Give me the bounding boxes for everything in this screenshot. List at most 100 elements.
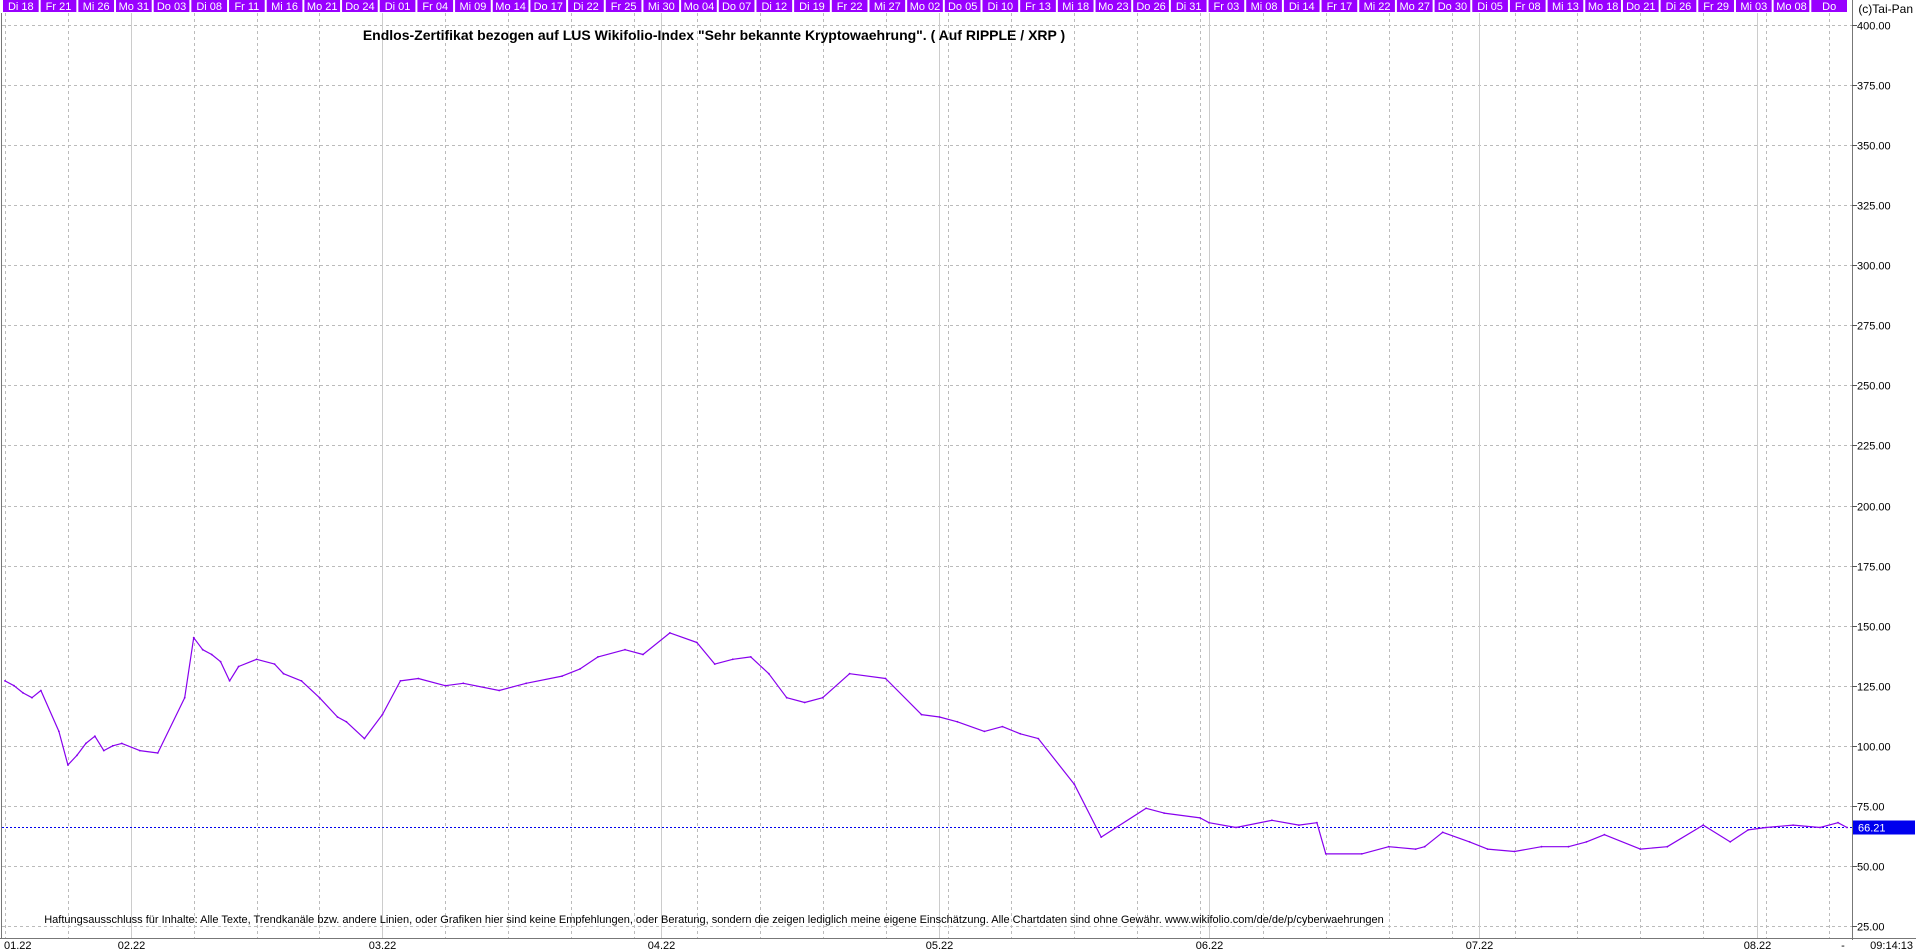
day-tab-label: Mi 22	[1364, 1, 1391, 13]
price-point	[1441, 831, 1444, 834]
day-tab-label: Mi 03	[1740, 1, 1767, 13]
day-tab-label: Di 12	[761, 1, 787, 13]
day-tab-label: Mo 14	[495, 1, 526, 13]
price-point	[1163, 812, 1165, 814]
copyright-label: (c)Tai-Pan	[1858, 2, 1913, 16]
day-tab-label: Do	[1822, 1, 1836, 13]
month-label: 01.22	[4, 940, 32, 952]
day-tab-label: Do 21	[1626, 1, 1655, 13]
chart-background	[0, 0, 1916, 952]
price-point	[803, 701, 806, 704]
day-tab-label: Di 19	[799, 1, 825, 13]
day-tab-label: Fr 29	[1703, 1, 1729, 13]
price-point	[624, 648, 626, 651]
day-tab-label: Di 14	[1289, 1, 1315, 13]
day-tab-label: Mi 08	[1251, 1, 1278, 13]
y-tick-label: 350.00	[1857, 141, 1891, 153]
last-price-tag-text: 66.21	[1858, 823, 1886, 835]
price-point	[956, 720, 959, 723]
price-point	[363, 737, 366, 740]
price-point	[444, 684, 447, 687]
day-tab-label: Mi 13	[1552, 1, 1579, 13]
price-point	[821, 696, 824, 699]
price-point	[22, 692, 24, 694]
month-label: 05.22	[926, 940, 954, 952]
day-tab-label: Mo 08	[1776, 1, 1807, 13]
day-tab-label: Mi 27	[874, 1, 901, 13]
day-tab-label: Fr 08	[1515, 1, 1541, 13]
day-tab-label: Fr 11	[234, 1, 259, 13]
price-point	[76, 754, 78, 757]
day-tab-label: Di 31	[1176, 1, 1202, 13]
price-point	[228, 680, 231, 682]
price-point	[58, 730, 60, 733]
y-tick-label: 150.00	[1857, 622, 1891, 634]
day-tab-label: Di 10	[988, 1, 1014, 13]
price-point	[1316, 821, 1318, 824]
price-point	[1037, 737, 1040, 740]
price-point	[13, 684, 15, 687]
price-point	[1208, 821, 1210, 824]
y-tick-label: 375.00	[1857, 81, 1891, 93]
price-point	[399, 680, 402, 682]
y-tick-label: 100.00	[1857, 742, 1891, 754]
price-point	[192, 636, 195, 639]
day-tab-label: Mi 16	[271, 1, 298, 13]
day-tab-label: Mo 23	[1098, 1, 1129, 13]
price-point	[138, 749, 141, 752]
price-point	[1585, 841, 1588, 843]
price-point	[381, 713, 384, 716]
day-tab-label: Mo 18	[1588, 1, 1619, 13]
price-point	[336, 716, 339, 718]
price-point	[1387, 845, 1390, 848]
day-tab-label: Fr 25	[611, 1, 637, 13]
price-point	[731, 658, 734, 661]
price-point	[1765, 826, 1767, 829]
day-tab-label: Di 08	[196, 1, 222, 13]
day-tab-label: Mo 31	[119, 1, 150, 13]
price-point	[201, 648, 204, 651]
price-point	[31, 696, 33, 699]
y-tick-label: 25.00	[1857, 922, 1885, 934]
price-point	[1819, 826, 1821, 829]
price-point	[1298, 824, 1300, 826]
price-point	[713, 663, 716, 665]
day-tab-label: Mo 04	[684, 1, 715, 13]
day-tab-label: Mo 21	[307, 1, 338, 13]
price-point	[282, 672, 285, 675]
day-tab-label: Do 17	[534, 1, 563, 13]
price-point	[561, 675, 563, 677]
y-tick-label: 175.00	[1857, 562, 1891, 574]
y-tick-label: 250.00	[1857, 381, 1891, 393]
price-point	[462, 682, 465, 685]
price-point	[111, 744, 114, 747]
price-point	[273, 663, 276, 665]
price-point	[1073, 783, 1076, 786]
month-label: 04.22	[648, 940, 676, 952]
price-point	[94, 735, 96, 738]
price-point	[1666, 845, 1669, 848]
y-tick-label: 275.00	[1857, 321, 1891, 333]
day-tab-label: Mi 30	[648, 1, 675, 13]
day-tab-label: Do 07	[722, 1, 751, 13]
price-point	[1100, 836, 1103, 838]
price-point	[40, 689, 42, 692]
y-tick-label: 325.00	[1857, 201, 1891, 213]
price-point	[884, 677, 887, 680]
price-point	[102, 749, 105, 752]
price-point	[642, 653, 644, 656]
month-label: 02.22	[118, 940, 146, 952]
price-point	[300, 680, 303, 682]
price-point	[1324, 853, 1327, 855]
price-point	[417, 677, 420, 680]
price-point	[696, 641, 698, 644]
price-point	[1145, 807, 1147, 810]
price-point	[1486, 848, 1489, 850]
price-point	[749, 656, 752, 658]
day-tab-label: Fr 04	[422, 1, 448, 13]
price-point	[1414, 848, 1417, 850]
price-point	[1792, 824, 1794, 826]
price-point	[318, 696, 321, 699]
month-label: 07.22	[1466, 940, 1494, 952]
day-tab-label: Di 22	[573, 1, 599, 13]
